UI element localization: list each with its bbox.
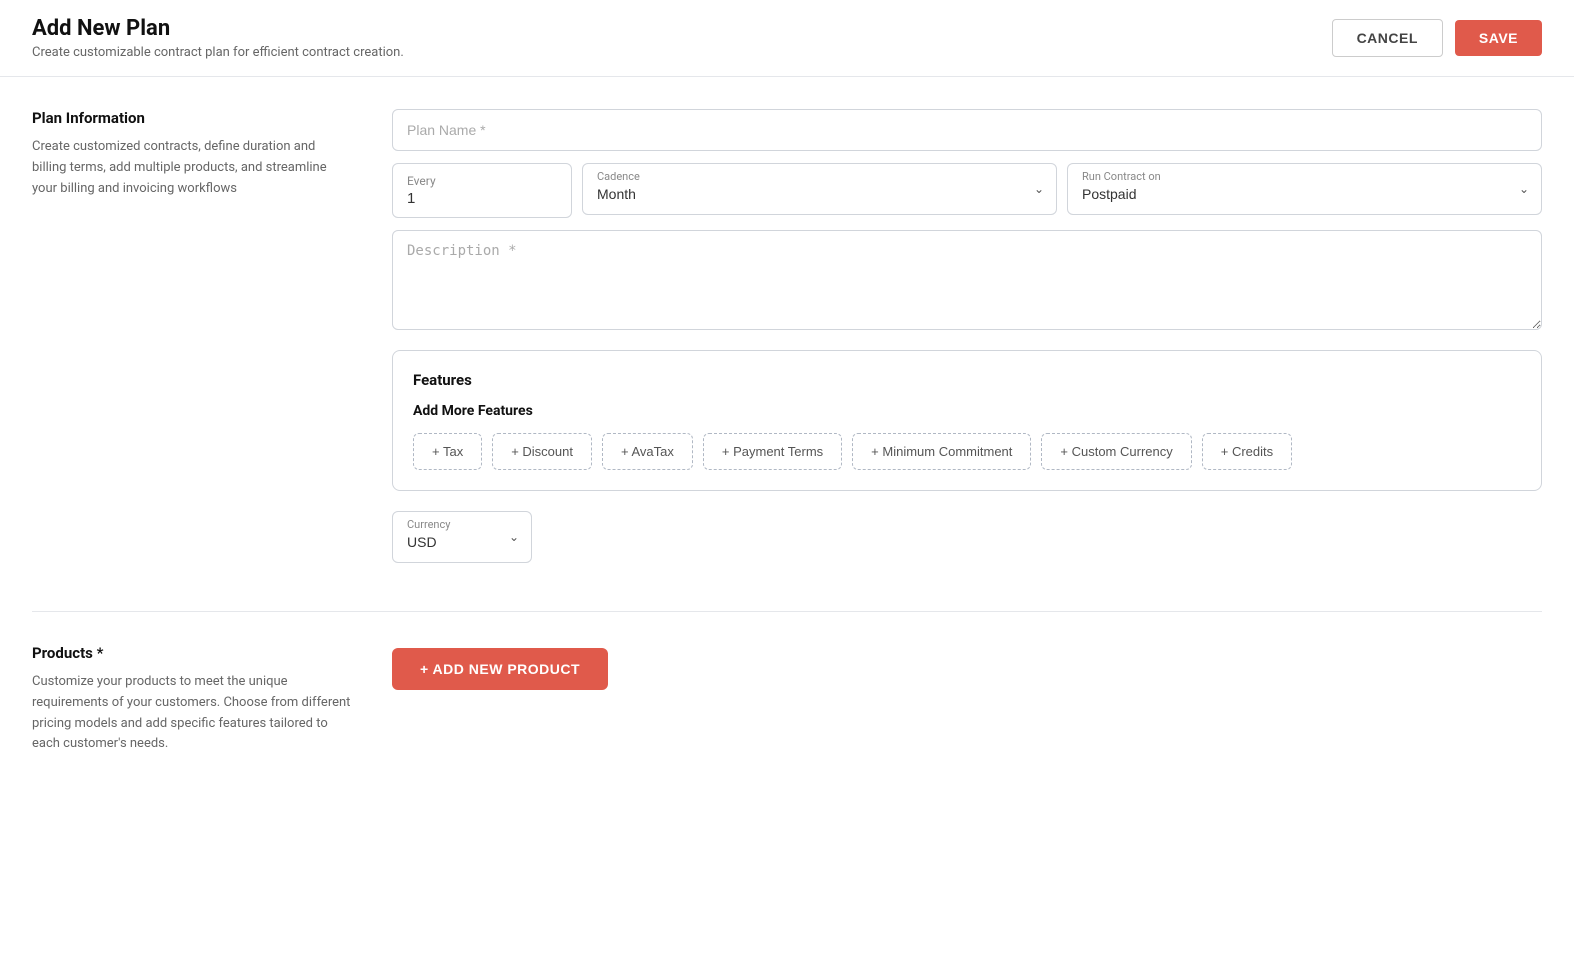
cadence-select[interactable]: Month Day Week Year — [583, 164, 1056, 214]
main-content: Plan Information Create customized contr… — [0, 77, 1574, 787]
plan-info-form: Every 1 Cadence Month Day Week Year — [392, 109, 1542, 563]
plan-info-desc: Create customized contracts, define dura… — [32, 137, 352, 199]
cadence-field: Cadence Month Day Week Year ⌄ — [582, 163, 1057, 218]
add-features-title: Add More Features — [413, 403, 1521, 419]
features-grid: + Tax + Discount + AvaTax + Payment Term… — [413, 433, 1521, 470]
page-title: Add New Plan — [32, 16, 404, 41]
features-box: Features Add More Features + Tax + Disco… — [392, 350, 1542, 491]
cadence-label: Cadence — [597, 170, 640, 183]
every-label: Every — [407, 174, 557, 188]
feature-tax-button[interactable]: + Tax — [413, 433, 482, 470]
save-button[interactable]: SAVE — [1455, 20, 1542, 56]
run-contract-label: Run Contract on — [1082, 170, 1161, 183]
feature-discount-button[interactable]: + Discount — [492, 433, 592, 470]
every-field: Every 1 — [392, 163, 572, 218]
products-section: Products * Customize your products to me… — [32, 644, 1542, 755]
products-description: Products * Customize your products to me… — [32, 644, 352, 755]
feature-minimum-commitment-button[interactable]: + Minimum Commitment — [852, 433, 1031, 470]
description-textarea[interactable] — [392, 230, 1542, 330]
feature-payment-terms-button[interactable]: + Payment Terms — [703, 433, 842, 470]
cadence-select-wrapper: Cadence Month Day Week Year ⌄ — [582, 163, 1057, 215]
plan-info-title: Plan Information — [32, 109, 352, 127]
header-left: Add New Plan Create customizable contrac… — [32, 16, 404, 60]
products-title: Products * — [32, 644, 352, 662]
products-desc: Customize your products to meet the uniq… — [32, 672, 352, 755]
run-contract-select-wrapper: Run Contract on Postpaid Prepaid ⌄ — [1067, 163, 1542, 215]
cadence-row: Every 1 Cadence Month Day Week Year — [392, 163, 1542, 218]
plan-name-input[interactable] — [392, 109, 1542, 151]
currency-section: Currency USD EUR GBP CAD ⌄ — [392, 511, 1542, 563]
page-header: Add New Plan Create customizable contrac… — [0, 0, 1574, 77]
feature-avatax-button[interactable]: + AvaTax — [602, 433, 693, 470]
currency-select-wrapper: Currency USD EUR GBP CAD ⌄ — [392, 511, 532, 563]
every-input[interactable]: 1 — [407, 190, 557, 207]
products-form: + ADD NEW PRODUCT — [392, 644, 608, 755]
feature-custom-currency-button[interactable]: + Custom Currency — [1041, 433, 1191, 470]
run-contract-field: Run Contract on Postpaid Prepaid ⌄ — [1067, 163, 1542, 218]
currency-label: Currency — [407, 518, 450, 531]
page-subtitle: Create customizable contract plan for ef… — [32, 45, 404, 60]
cancel-button[interactable]: CANCEL — [1332, 19, 1443, 57]
plan-information-section: Plan Information Create customized contr… — [32, 109, 1542, 563]
feature-credits-button[interactable]: + Credits — [1202, 433, 1292, 470]
currency-wrapper: Currency USD EUR GBP CAD ⌄ — [392, 511, 532, 563]
add-new-product-button[interactable]: + ADD NEW PRODUCT — [392, 648, 608, 690]
section-divider — [32, 611, 1542, 612]
features-title: Features — [413, 371, 1521, 389]
header-actions: CANCEL SAVE — [1332, 19, 1542, 57]
plan-info-description: Plan Information Create customized contr… — [32, 109, 352, 563]
